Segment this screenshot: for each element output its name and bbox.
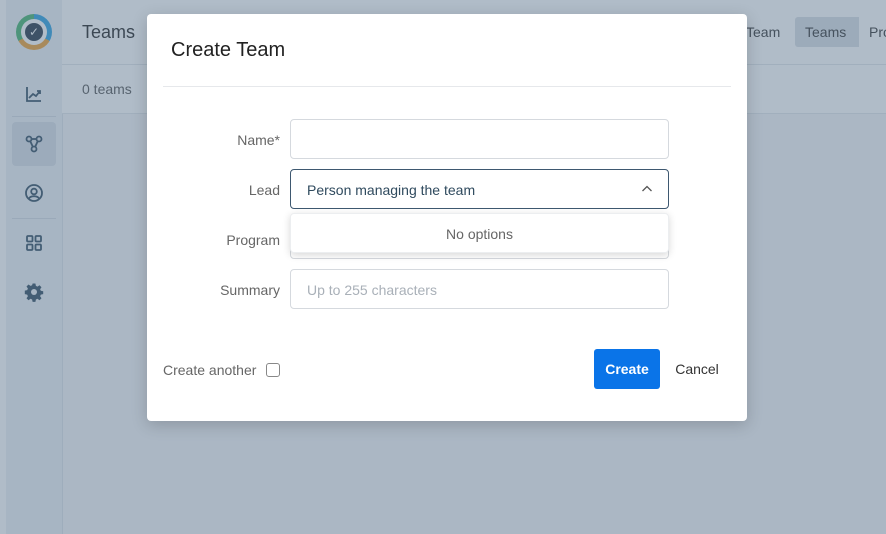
summary-placeholder: Up to 255 characters bbox=[307, 282, 437, 298]
summary-field[interactable]: Up to 255 characters bbox=[290, 269, 669, 309]
lead-value: Person managing the team bbox=[307, 182, 476, 198]
create-team-dialog: Create Team Name* Lead Person managing t… bbox=[147, 14, 747, 421]
summary-label: Summary bbox=[220, 282, 280, 298]
dialog-divider bbox=[163, 86, 731, 87]
dialog-title: Create Team bbox=[171, 39, 286, 61]
create-button[interactable]: Create bbox=[594, 349, 660, 389]
lead-dropdown-menu: No options bbox=[290, 213, 669, 253]
create-another-checkbox[interactable] bbox=[266, 363, 280, 377]
cancel-button[interactable]: Cancel bbox=[669, 349, 725, 389]
no-options-text: No options bbox=[446, 226, 513, 242]
create-another-label: Create another bbox=[163, 362, 257, 378]
lead-label: Lead bbox=[248, 182, 280, 198]
program-label: Program bbox=[226, 232, 280, 248]
name-field[interactable] bbox=[290, 119, 669, 159]
chevron-up-icon[interactable] bbox=[640, 182, 654, 196]
lead-select[interactable]: Person managing the team bbox=[290, 169, 669, 209]
name-label: Name* bbox=[237, 132, 280, 148]
